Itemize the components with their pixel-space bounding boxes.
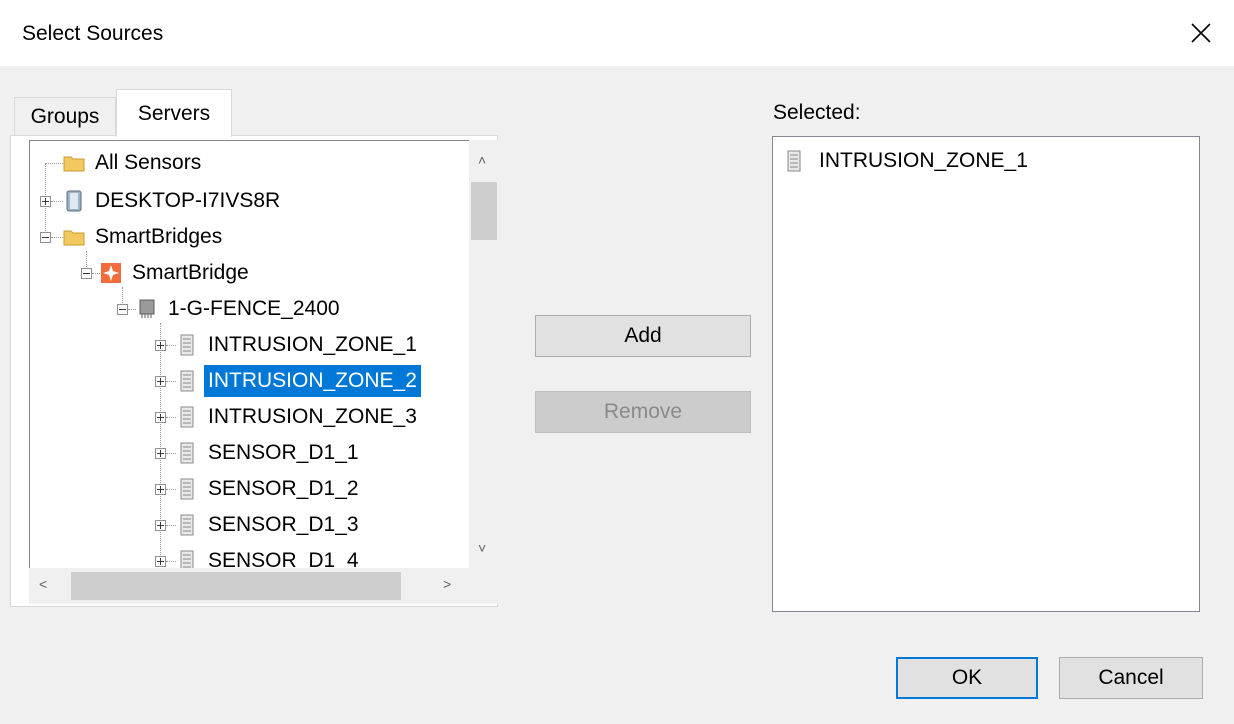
collapse-toggle[interactable]	[40, 232, 51, 243]
expand-toggle[interactable]	[155, 448, 166, 459]
sensor-icon	[787, 150, 801, 172]
tree-item-label: 1-G-FENCE_2400	[168, 297, 340, 320]
sensor-icon	[180, 478, 194, 500]
ok-button[interactable]: OK	[896, 657, 1038, 699]
tab-servers-label: Servers	[137, 101, 211, 125]
tree-item-label: INTRUSION_ZONE_2	[204, 365, 421, 397]
tree-item-label: All Sensors	[95, 151, 202, 174]
expand-toggle[interactable]	[155, 340, 166, 351]
list-item-label: INTRUSION_ZONE_1	[819, 149, 1028, 172]
folder-icon	[63, 230, 85, 246]
device-icon	[139, 299, 155, 318]
list-item[interactable]: INTRUSION_ZONE_1	[783, 144, 1028, 178]
add-button[interactable]: Add	[535, 315, 751, 357]
collapse-toggle[interactable]	[81, 268, 92, 279]
selected-label: Selected:	[773, 101, 861, 124]
expand-toggle[interactable]	[155, 520, 166, 531]
source-tree[interactable]: All Sensors DESKTOP-I7IVS8R SmartBridges…	[29, 140, 469, 568]
expand-toggle[interactable]	[155, 556, 166, 567]
folder-icon	[63, 156, 85, 172]
collapse-toggle[interactable]	[117, 304, 128, 315]
tree-item[interactable]: All Sensors	[63, 146, 205, 180]
tree-item-label: DESKTOP-I7IVS8R	[95, 189, 281, 212]
close-icon	[1191, 23, 1211, 43]
sensor-icon	[180, 406, 194, 428]
tree-item[interactable]: SENSOR_D1_2	[176, 472, 363, 506]
tree-item-label: INTRUSION_ZONE_3	[208, 405, 417, 428]
selected-list[interactable]: INTRUSION_ZONE_1	[772, 136, 1200, 612]
smartbridge-icon	[101, 263, 121, 283]
sensor-icon	[180, 370, 194, 392]
tree-item[interactable]: SENSOR_D1_3	[176, 508, 363, 542]
servers-tab-panel: All Sensors DESKTOP-I7IVS8R SmartBridges…	[10, 135, 499, 607]
tab-servers[interactable]: Servers	[116, 89, 232, 137]
tree-item-label: INTRUSION_ZONE_1	[208, 333, 417, 356]
tree-item-label: SmartBridges	[95, 225, 223, 248]
tree-item-selected[interactable]: INTRUSION_ZONE_2	[176, 364, 421, 398]
remove-button[interactable]: Remove	[535, 391, 751, 433]
tree-item-label: SENSOR_D1_1	[208, 441, 359, 464]
tree-item-label: SENSOR_D1_2	[208, 477, 359, 500]
tree-item[interactable]: INTRUSION_ZONE_3	[176, 400, 421, 434]
scroll-left-icon[interactable]: <	[39, 576, 47, 592]
sensor-icon	[180, 334, 194, 356]
expand-toggle[interactable]	[40, 196, 51, 207]
window-title: Select Sources	[22, 22, 164, 45]
tree-horizontal-scrollbar[interactable]: < >	[29, 568, 469, 604]
tree-item-label: SENSOR_D1_4	[208, 549, 359, 568]
tree-item[interactable]: SENSOR_D1_4	[176, 544, 363, 568]
scroll-thumb[interactable]	[471, 182, 497, 240]
tree-vertical-scrollbar[interactable]: ˄ ˅	[469, 140, 499, 568]
tree-item[interactable]: SmartBridge	[100, 256, 253, 290]
scroll-right-icon[interactable]: >	[443, 576, 451, 592]
scrollbar-corner	[469, 568, 499, 604]
sensor-icon	[180, 514, 194, 536]
scroll-up-icon[interactable]: ˄	[478, 152, 486, 168]
scroll-down-icon[interactable]: ˅	[478, 540, 486, 556]
tree-item-label: SENSOR_D1_3	[208, 513, 359, 536]
server-icon	[66, 190, 82, 212]
tree-item[interactable]: INTRUSION_ZONE_1	[176, 328, 421, 362]
expand-toggle[interactable]	[155, 412, 166, 423]
sensor-icon	[180, 550, 194, 568]
expand-toggle[interactable]	[155, 484, 166, 495]
tree-item[interactable]: DESKTOP-I7IVS8R	[63, 184, 284, 218]
tree-item[interactable]: SmartBridges	[63, 220, 226, 254]
title-bar: Select Sources	[0, 0, 1234, 66]
tab-groups-label: Groups	[30, 104, 100, 128]
cancel-button[interactable]: Cancel	[1059, 657, 1203, 699]
expand-toggle[interactable]	[155, 376, 166, 387]
tree-item[interactable]: SENSOR_D1_1	[176, 436, 363, 470]
scroll-thumb[interactable]	[71, 572, 401, 600]
tab-groups[interactable]: Groups	[14, 97, 116, 135]
tree-item-label: SmartBridge	[132, 261, 249, 284]
sensor-icon	[180, 442, 194, 464]
tree-item[interactable]: 1-G-FENCE_2400	[136, 292, 344, 326]
close-button[interactable]	[1168, 0, 1234, 66]
